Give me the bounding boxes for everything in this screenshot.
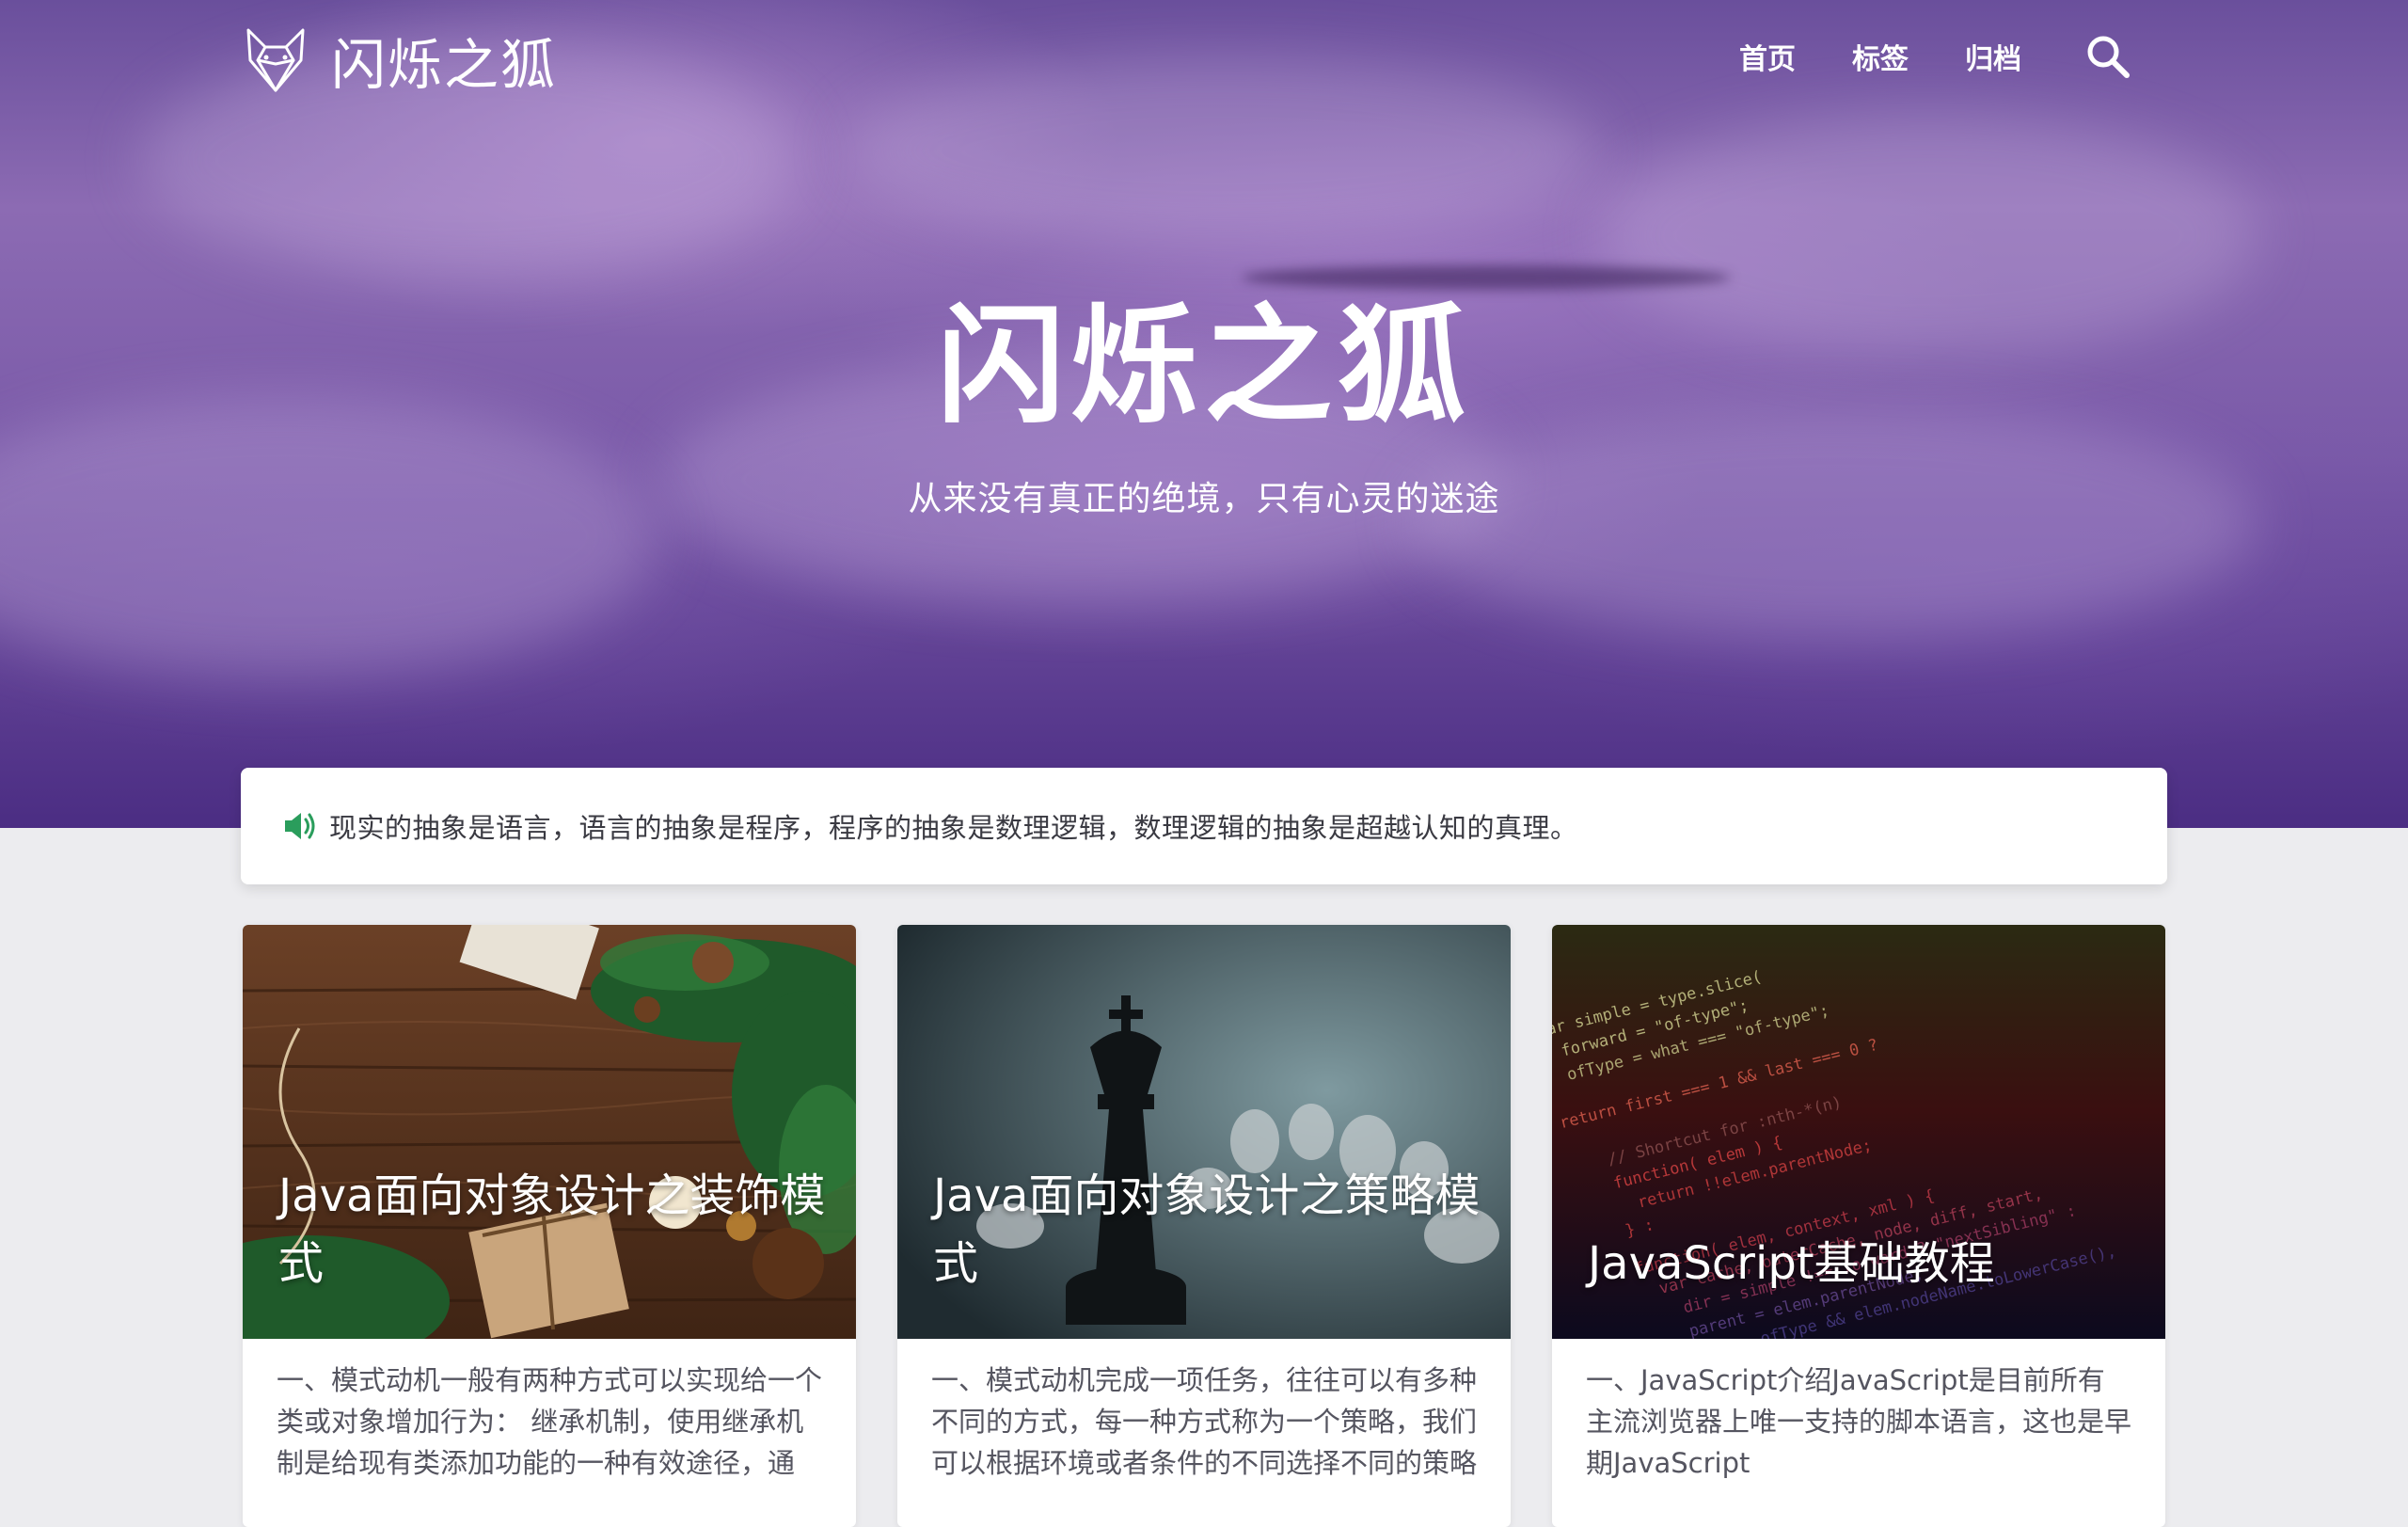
post-summary: 一、模式动机一般有两种方式可以实现给一个类或对象增加行为： 继承机制，使用继承机… <box>277 1364 823 1479</box>
brand-link[interactable]: 闪烁之狐 <box>245 23 557 98</box>
brand-name: 闪烁之狐 <box>331 33 558 97</box>
search-icon[interactable] <box>2085 34 2131 79</box>
post-summary: 一、JavaScript介绍JavaScript是目前所有主流浏览器上唯一支持的… <box>1586 1364 2132 1479</box>
post-card[interactable]: Java面向对象设计之装饰模式 一、模式动机一般有两种方式可以实现给一个类或对象… <box>243 925 856 1527</box>
post-summary: 一、模式动机完成一项任务，往往可以有多种不同的方式，每一种方式称为一个策略，我们… <box>931 1364 1478 1479</box>
nav-archive-link[interactable]: 归档 <box>1965 36 2021 77</box>
site-subtitle: 从来没有真正的绝境，只有心灵的迷途 <box>908 480 1500 518</box>
nav-home-link[interactable]: 首页 <box>1739 36 1796 77</box>
nav-tags-link[interactable]: 标签 <box>1852 36 1909 77</box>
post-title[interactable]: Java面向对象设计之策略模式 <box>933 1162 1482 1297</box>
speaker-icon <box>285 813 315 839</box>
post-cover-image: Java面向对象设计之策略模式 <box>897 925 1511 1339</box>
post-cover-image: Java面向对象设计之装饰模式 <box>243 925 856 1339</box>
nav-menu: 首页 标签 归档 <box>1739 34 2131 79</box>
post-card[interactable]: Java面向对象设计之策略模式 一、模式动机完成一项任务，往往可以有多种不同的方… <box>897 925 1511 1527</box>
top-navbar: 闪烁之狐 首页 标签 归档 <box>0 0 2408 122</box>
notice-bar: 现实的抽象是语言，语言的抽象是程序，程序的抽象是数理逻辑，数理逻辑的抽象是超越认… <box>241 768 2167 884</box>
site-title: 闪烁之狐 <box>937 293 1471 441</box>
post-cover-image: var simple = type.slice( forward = "of-t… <box>1552 925 2165 1339</box>
fox-logo-icon <box>246 28 305 92</box>
post-title[interactable]: Java面向对象设计之装饰模式 <box>278 1162 828 1297</box>
notice-text: 现实的抽象是语言，语言的抽象是程序，程序的抽象是数理逻辑，数理逻辑的抽象是超越认… <box>329 812 1578 844</box>
post-title[interactable]: JavaScript基础教程 <box>1588 1230 2137 1297</box>
post-card[interactable]: var simple = type.slice( forward = "of-t… <box>1552 925 2165 1527</box>
